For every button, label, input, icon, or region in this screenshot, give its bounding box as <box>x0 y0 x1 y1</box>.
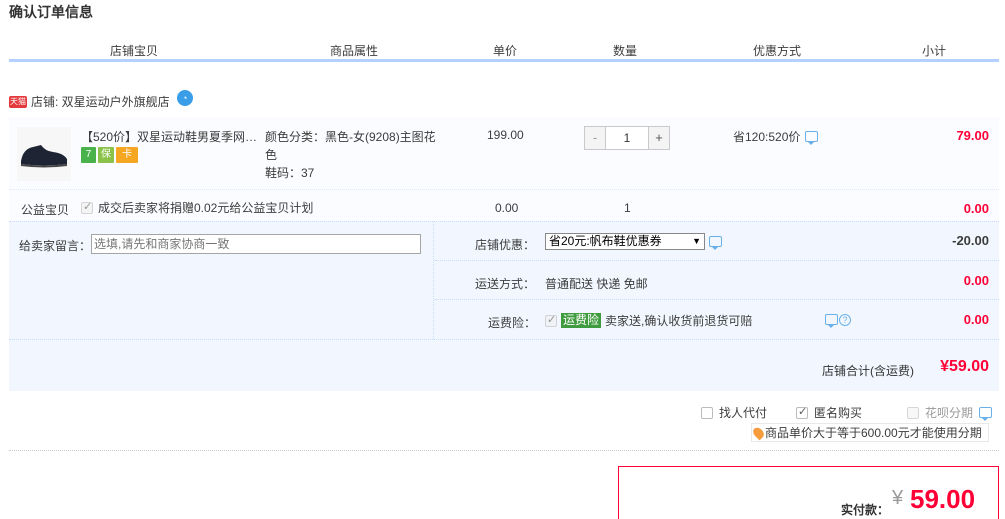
shoe-icon <box>21 145 67 168</box>
comment-icon[interactable] <box>825 314 838 328</box>
product-image[interactable] <box>17 127 71 181</box>
tmall-icon: 天猫 <box>9 95 27 108</box>
shop-line: 天猫 店铺: 双星运动户外旗舰店 ◔ <box>9 89 193 110</box>
charity-text: 成交后卖家将捐赠0.02元给公益宝贝计划 <box>98 201 314 215</box>
charity-quantity: 1 <box>624 201 631 215</box>
discount-info: 省120:520价 <box>733 128 819 145</box>
wangwang-icon[interactable]: ◔ <box>176 89 193 106</box>
unit-price: 199.00 <box>487 128 524 142</box>
payment-summary: 实付款： ¥ 59.00 <box>618 466 999 519</box>
coupon-amount: -20.00 <box>952 233 989 248</box>
comment-icon[interactable] <box>979 407 993 421</box>
insurance-tag: 运费险 <box>561 313 602 328</box>
quantity-stepper: - 1 + <box>584 126 670 150</box>
service-badges: 7 保 卡 <box>81 147 138 163</box>
anonymous-checkbox[interactable] <box>796 405 808 419</box>
charity-subtotal: 0.00 <box>963 201 989 216</box>
shop-total-label: 店铺合计(含运费) <box>822 364 914 378</box>
attr-color: 颜色分类：黑色-女(9208)主图花色 <box>265 130 436 162</box>
currency-symbol: ¥ <box>892 487 904 509</box>
coupon-label: 店铺优惠： <box>475 238 536 252</box>
insurance-row: 运费险： 运费险 卖家送,确认收货前退货可赔 ? 0.00 <box>435 300 999 339</box>
payment-amount: 59.00 <box>910 484 976 514</box>
charity-price: 0.00 <box>495 201 519 215</box>
seven-day-return-icon[interactable]: 7 <box>81 147 96 163</box>
quantity-minus-button[interactable]: - <box>585 127 605 149</box>
shop-name-link[interactable]: 店铺: 双星运动户外旗舰店 <box>31 93 170 110</box>
installment-label: 花呗分期 <box>925 406 974 420</box>
attr-size: 鞋码：37 <box>265 166 315 180</box>
shipping-label: 运送方式： <box>475 277 536 291</box>
shipping-amount: 0.00 <box>963 273 989 288</box>
installment-hint: 商品单价大于等于600.00元才能使用分期 <box>751 423 989 442</box>
payment-label: 实付款： <box>841 503 890 517</box>
credit-card-icon[interactable]: 卡 <box>116 147 138 163</box>
column-quantity: 数量 <box>612 44 637 58</box>
page-title: 确认订单信息 <box>9 4 93 20</box>
shipping-value: 普通配送 快递 免邮 <box>545 277 648 291</box>
shop-coupon-row: 店铺优惠： 省20元:帆布鞋优惠券 -20.00 <box>435 222 999 261</box>
installment-hint-text: 商品单价大于等于600.00元才能使用分期 <box>765 426 982 440</box>
anonymous-label[interactable]: 匿名购买 <box>814 404 862 421</box>
shipping-row: 运送方式： 普通配送 快递 免邮 0.00 <box>435 261 999 300</box>
divider <box>9 450 999 451</box>
column-discount: 优惠方式 <box>752 44 801 58</box>
shop-total-row: 店铺合计(含运费) ¥59.00 <box>9 339 999 392</box>
installment-checkbox[interactable] <box>907 406 919 419</box>
charity-checkbox[interactable] <box>81 200 93 214</box>
insurance-checkbox[interactable] <box>545 313 557 327</box>
coupon-select[interactable]: 省20元:帆布鞋优惠券 <box>545 233 705 250</box>
seller-message-input[interactable] <box>91 234 421 254</box>
column-shop-item: 店铺宝贝 <box>109 44 158 58</box>
charity-label: 公益宝贝 <box>21 203 70 217</box>
quantity-input[interactable]: 1 <box>605 127 649 149</box>
product-title-link[interactable]: 【520价】双星运动鞋男夏季网面透气 <box>81 128 261 145</box>
insurance-label: 运费险： <box>488 316 537 330</box>
charity-row: 公益宝贝 成交后卖家将捐赠0.02元给公益宝贝计划 0.00 1 0.00 <box>9 189 999 221</box>
product-attributes: 颜色分类：黑色-女(9208)主图花色 鞋码：37 <box>265 128 445 182</box>
discount-text: 省120:520价 <box>733 130 801 144</box>
proxy-pay-checkbox[interactable] <box>701 406 713 419</box>
anonymous-option: 匿名购买 <box>796 404 862 421</box>
message-label: 给卖家留言： <box>19 239 92 253</box>
column-price: 单价 <box>492 44 517 58</box>
order-extras: 给卖家留言： 店铺优惠： 省20元:帆布鞋优惠券 -20.00 运送方式： 普通… <box>9 221 999 391</box>
insurance-text: 卖家送,确认收货前退货可赔 <box>605 314 753 328</box>
proxy-pay-label[interactable]: 找人代付 <box>719 404 767 421</box>
guarantee-icon[interactable]: 保 <box>98 147 114 163</box>
shop-total-amount: ¥59.00 <box>940 358 989 375</box>
installment-option: 花呗分期 <box>907 404 993 421</box>
comment-icon[interactable] <box>805 131 819 145</box>
column-header: 店铺宝贝 商品属性 单价 数量 优惠方式 小计 <box>9 36 999 62</box>
column-attributes: 商品属性 <box>329 44 378 58</box>
proxy-pay-option: 找人代付 <box>701 404 767 421</box>
quantity-plus-button[interactable]: + <box>649 127 669 149</box>
order-item-row: 【520价】双星运动鞋男夏季网面透气 7 保 卡 颜色分类：黑色-女(9208)… <box>9 117 999 189</box>
comment-icon[interactable] <box>709 236 722 250</box>
help-icon[interactable]: ? <box>839 314 851 326</box>
column-subtotal: 小计 <box>921 44 946 58</box>
location-pin-icon <box>751 425 766 440</box>
item-subtotal: 79.00 <box>956 128 989 143</box>
message-panel: 给卖家留言： <box>9 222 434 339</box>
insurance-amount: 0.00 <box>963 312 989 327</box>
